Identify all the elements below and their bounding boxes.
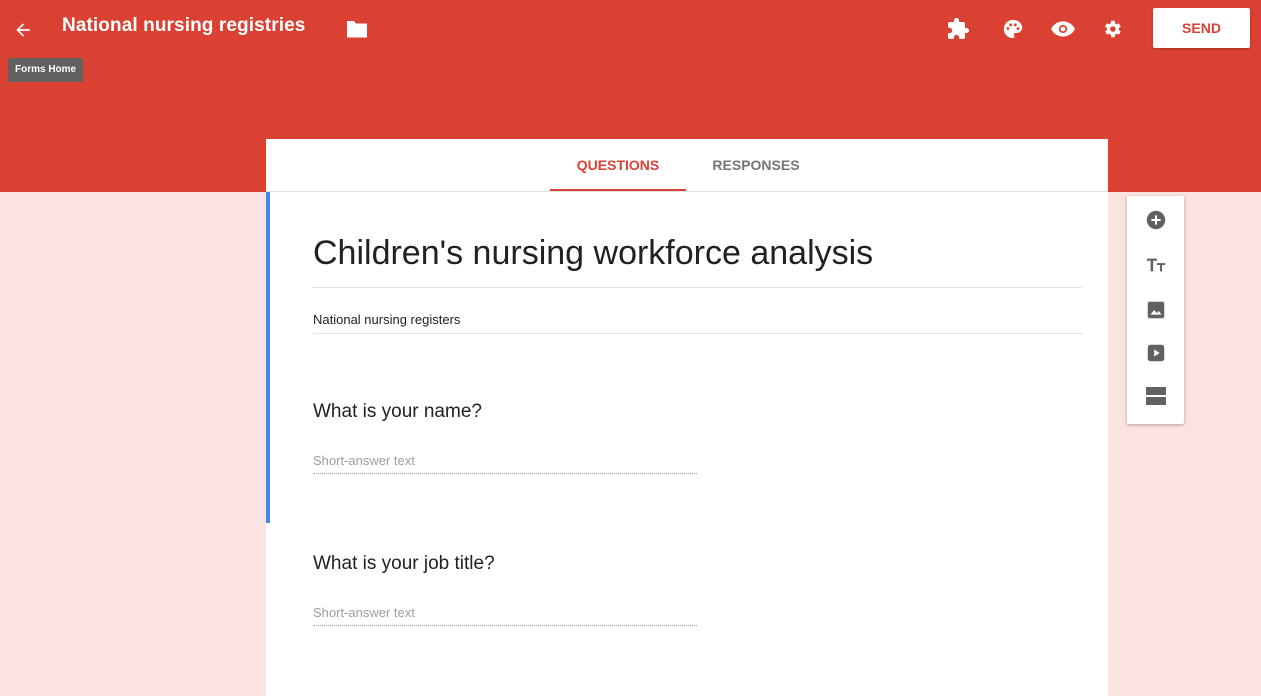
add-question-icon <box>1146 210 1165 229</box>
palette-icon <box>1003 19 1023 39</box>
forms-home-tooltip: Forms Home <box>8 58 84 82</box>
tabs-bar: QUESTIONS RESPONSES <box>266 139 1108 192</box>
add-section-button[interactable] <box>1143 383 1168 408</box>
send-button[interactable]: SEND <box>1153 8 1250 48</box>
add-video-button[interactable] <box>1143 340 1168 365</box>
top-bar: National nursing registries SEND <box>0 0 1261 58</box>
addon-puzzle-icon <box>948 18 969 39</box>
question-title[interactable]: What is your job title? <box>313 553 495 575</box>
add-question-button[interactable] <box>1143 207 1168 232</box>
short-answer-field: Short-answer text <box>313 605 697 626</box>
form-description-input[interactable]: National nursing registers <box>313 312 1082 334</box>
tab-questions[interactable]: QUESTIONS <box>550 139 686 191</box>
settings-button[interactable] <box>1099 16 1125 42</box>
preview-button[interactable] <box>1050 16 1076 42</box>
gear-settings-icon <box>1105 20 1121 38</box>
form-name-title[interactable]: National nursing registries <box>62 15 305 37</box>
eye-preview-icon <box>1051 21 1075 37</box>
add-section-icon <box>1145 386 1166 405</box>
question-title[interactable]: What is your name? <box>313 401 482 423</box>
add-title-button[interactable] <box>1143 252 1168 277</box>
short-answer-field: Short-answer text <box>313 453 697 474</box>
move-to-folder-button[interactable] <box>345 18 369 40</box>
add-title-icon <box>1146 258 1165 271</box>
back-button[interactable] <box>8 16 38 44</box>
arrow-back-icon <box>16 23 30 37</box>
addons-button[interactable] <box>945 16 971 42</box>
active-section-indicator <box>266 192 270 523</box>
folder-icon <box>347 21 367 38</box>
form-title-input[interactable]: Children's nursing workforce analysis <box>313 234 1082 288</box>
question-toolbox <box>1127 196 1184 424</box>
customize-theme-button[interactable] <box>1000 16 1026 42</box>
add-video-icon <box>1147 344 1164 361</box>
tab-responses[interactable]: RESPONSES <box>696 139 816 191</box>
add-image-icon <box>1147 301 1164 318</box>
add-image-button[interactable] <box>1143 297 1168 322</box>
